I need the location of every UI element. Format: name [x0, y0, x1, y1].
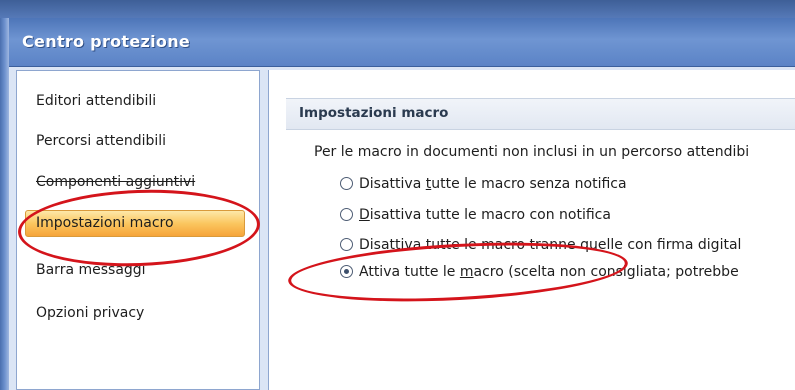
nav-item-editori-attendibili[interactable]: Editori attendibili: [36, 93, 156, 109]
nav-item-impostazioni-macro[interactable]: Impostazioni macro: [36, 215, 174, 231]
macro-intro-text: Per le macro in documenti non inclusi in…: [314, 144, 750, 160]
window-left-border: [0, 18, 9, 390]
radio-button-checked[interactable]: [340, 265, 353, 278]
window-title: Centro protezione: [22, 32, 191, 51]
section-title: Impostazioni macro: [299, 105, 449, 121]
radio-button[interactable]: [340, 177, 353, 190]
nav-item-percorsi-attendibili[interactable]: Percorsi attendibili: [36, 133, 166, 149]
radio-button[interactable]: [340, 238, 353, 251]
option-label: Attiva tutte le macro (scelta non consig…: [359, 264, 739, 280]
option-label: Disattiva tutte le macro tranne quelle c…: [359, 237, 742, 253]
option-label: Disattiva tutte le macro senza notifica: [359, 176, 627, 192]
nav-item-barra-messaggi[interactable]: Barra messaggi: [36, 262, 146, 278]
radio-button[interactable]: [340, 208, 353, 221]
option-label: Disattiva tutte le macro con notifica: [359, 207, 611, 223]
nav-item-componenti-aggiuntivi[interactable]: Componenti aggiuntivi: [36, 174, 195, 190]
nav-item-opzioni-privacy[interactable]: Opzioni privacy: [36, 305, 144, 321]
radio-dot: [344, 269, 349, 274]
